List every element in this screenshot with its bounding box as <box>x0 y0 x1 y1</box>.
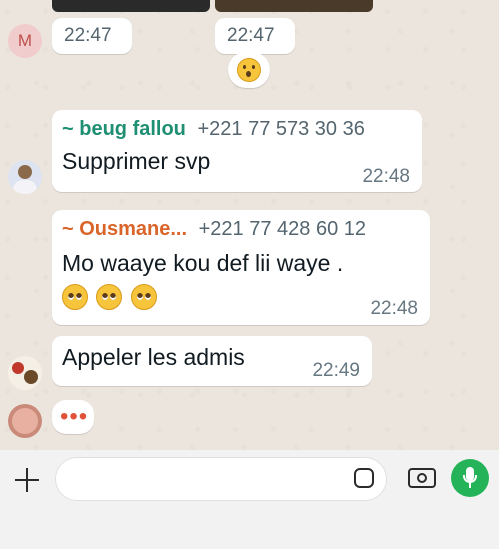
composer-bar <box>0 450 499 549</box>
avatar-m[interactable]: M <box>8 24 42 58</box>
typing-indicator: ••• <box>52 400 94 434</box>
pleading-face-icon <box>62 284 88 310</box>
message-bubble[interactable]: ~ Ousmane... +221 77 428 60 12 Mo waaye … <box>52 210 430 325</box>
pleading-face-icon <box>96 284 123 310</box>
sender-phone[interactable]: +221 77 573 30 36 <box>197 118 364 140</box>
message-text: Supprimer svp <box>62 148 211 174</box>
message-bubble[interactable]: ~ beug fallou +221 77 573 30 36 Supprime… <box>52 110 422 192</box>
sender-name[interactable]: ~ beug fallou <box>62 118 186 140</box>
message-input[interactable] <box>55 457 387 501</box>
media-thumbnail-left[interactable] <box>52 0 210 12</box>
message-bubble[interactable]: Appeler les admis 22:49 <box>52 336 372 386</box>
avatar-letter: M <box>17 31 33 50</box>
message-text: Mo waaye kou def lii waye . <box>62 250 344 276</box>
message-time: 22:48 <box>370 298 418 319</box>
camera-icon[interactable] <box>408 468 436 488</box>
message-time: 22:48 <box>362 166 410 187</box>
time-label: 22:47 <box>227 25 275 46</box>
microphone-icon[interactable] <box>451 459 489 497</box>
plus-icon[interactable] <box>15 468 39 492</box>
time-label: 22:47 <box>64 25 112 46</box>
sender-phone[interactable]: +221 77 428 60 12 <box>199 218 366 240</box>
pleading-face-icon <box>130 284 157 310</box>
avatar-beug-fallou[interactable] <box>8 160 42 194</box>
reaction-bubble[interactable] <box>228 52 270 88</box>
avatar-ousmane[interactable] <box>8 356 42 390</box>
message-time: 22:49 <box>312 360 360 381</box>
message-text: Appeler les admis <box>62 344 245 370</box>
timestamp-bubble-right: 22:47 <box>215 18 295 54</box>
emoji-row <box>62 284 161 310</box>
hushed-face-icon <box>237 58 261 82</box>
avatar-typing-user[interactable] <box>8 404 42 438</box>
typing-dots: ••• <box>60 403 89 430</box>
media-thumbnail-right[interactable] <box>215 0 373 12</box>
sticker-icon[interactable] <box>354 468 374 488</box>
timestamp-bubble-left: 22:47 <box>52 18 132 54</box>
sender-name[interactable]: ~ Ousmane... <box>62 218 187 240</box>
